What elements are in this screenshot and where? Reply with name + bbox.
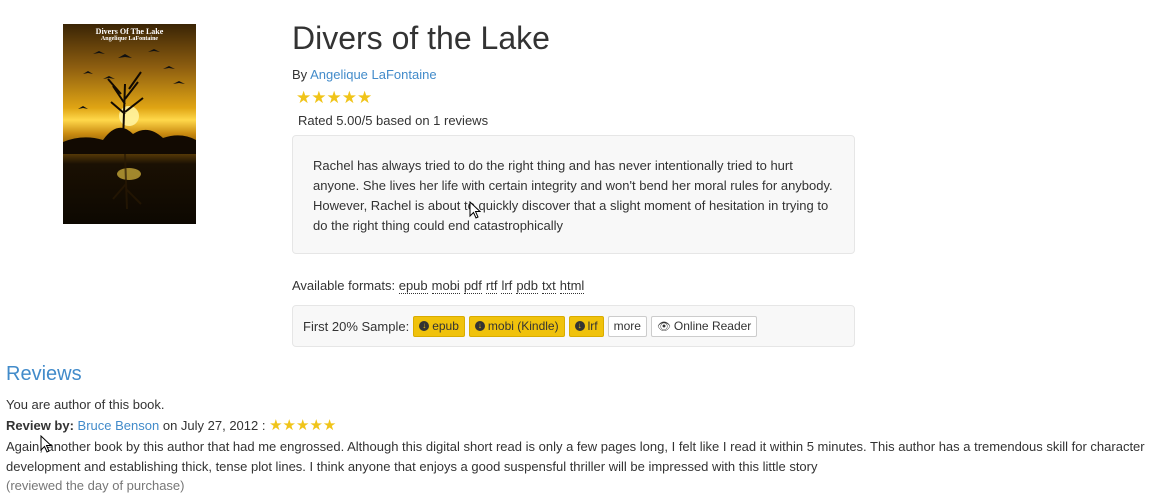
available-formats: Available formats: epub mobi pdf rtf lrf pdb t… <box>292 278 588 294</box>
rating-text: Rated 5.00/5 based on 1 reviews <box>298 113 489 128</box>
rating-stars: ★★★★★ <box>296 88 373 107</box>
author-notice: You are author of this book. <box>6 397 165 412</box>
sample-epub-button[interactable]: ↓ epub <box>413 315 465 337</box>
sample-more-label: more <box>613 319 641 333</box>
reviews-heading: Reviews <box>6 363 82 385</box>
sample-more-button[interactable]: more <box>607 315 647 337</box>
reviewer-link[interactable]: Bruce Benson <box>78 418 160 433</box>
format-lrf: lrf <box>501 278 513 294</box>
download-circle-icon: ↓ <box>419 321 430 331</box>
sample-epub-label: epub <box>432 319 459 333</box>
format-html: html <box>559 278 585 294</box>
review-by-label: Review by: <box>6 418 74 433</box>
download-circle-icon: ↓ <box>474 321 485 331</box>
sample-mobi-label: mobi (Kindle) <box>487 319 559 333</box>
download-circle-icon: ↓ <box>574 321 585 331</box>
sample-lrf-label: lrf <box>587 319 598 333</box>
cover-title: Divers Of The Lake <box>95 27 164 36</box>
online-reader-label: Online Reader <box>673 319 752 333</box>
sample-lrf-button[interactable]: ↓ lrf <box>568 315 604 337</box>
cover-author: Angelique LaFontaine <box>100 36 159 42</box>
sample-download-panel: First 20% Sample: ↓ epub ↓ mobi (Kindle)… <box>292 305 855 347</box>
review-header: Review by: Bruce Benson on July 27, 2012… <box>6 416 336 434</box>
eye-icon: 👁 <box>656 320 671 333</box>
review-date: on July 27, 2012 : <box>162 418 266 433</box>
format-mobi: mobi <box>431 278 460 294</box>
format-txt: txt <box>542 278 556 294</box>
cover-art <box>63 49 196 210</box>
review-text: Again, another book by this author that … <box>6 439 1145 474</box>
author-link[interactable]: Angelique LaFontaine <box>310 67 437 82</box>
book-synopsis: Rachel has always tried to do the right … <box>292 135 855 254</box>
book-cover: Divers Of The Lake Angelique LaFontaine <box>63 24 196 224</box>
sample-label: First 20% Sample: <box>303 318 410 334</box>
byline: By Angelique LaFontaine <box>292 67 437 82</box>
mouse-cursor-icon <box>469 201 481 219</box>
mouse-cursor-icon <box>40 435 52 453</box>
format-pdb: pdb <box>516 278 539 294</box>
format-pdf: pdf <box>463 278 482 294</box>
by-label: By <box>292 67 308 82</box>
sample-mobi-button[interactable]: ↓ mobi (Kindle) <box>468 315 565 337</box>
format-rtf: rtf <box>485 278 498 294</box>
format-epub: epub <box>398 278 428 294</box>
review-stars: ★★★★★ <box>269 417 337 434</box>
online-reader-button[interactable]: 👁 Online Reader <box>650 315 758 337</box>
formats-label: Available formats: <box>292 278 396 293</box>
review-note: (reviewed the day of purchase) <box>6 478 185 493</box>
book-title: Divers of the Lake <box>292 20 550 56</box>
